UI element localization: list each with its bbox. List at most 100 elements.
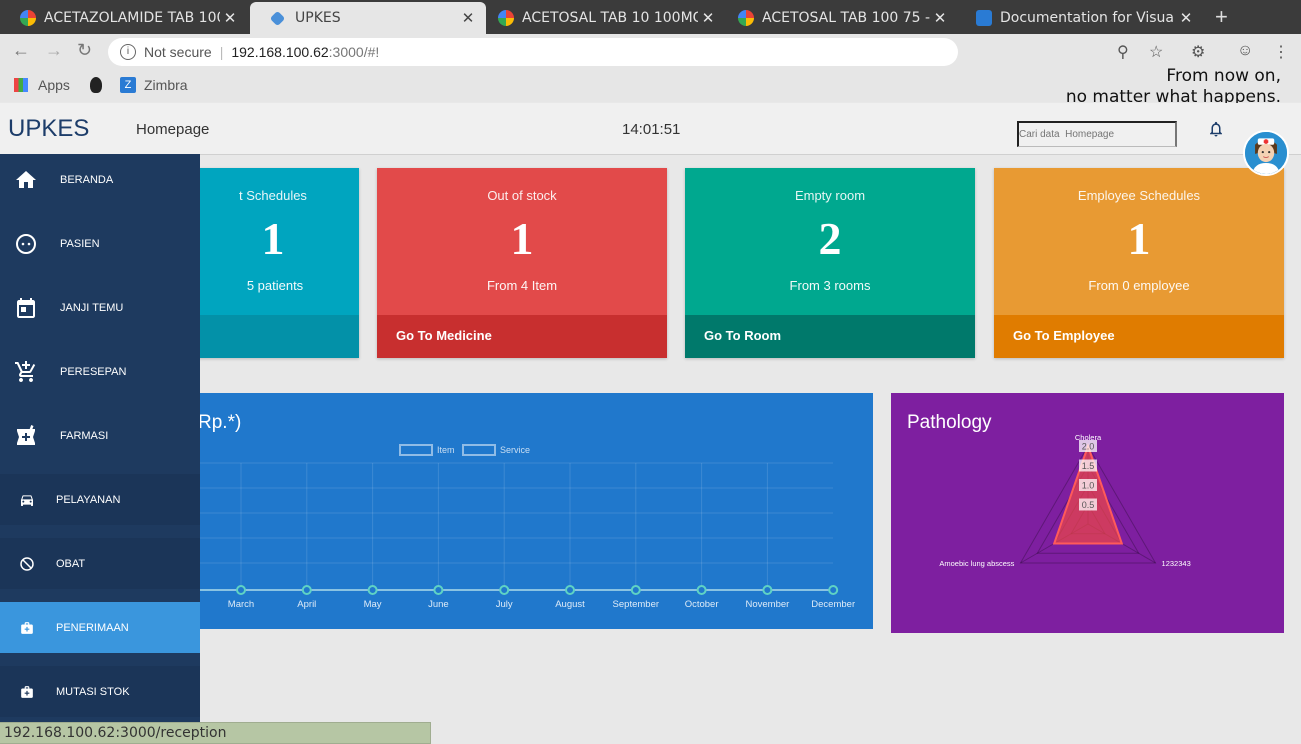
close-tab-icon[interactable]: ✕ bbox=[930, 9, 950, 27]
apps-grid-icon bbox=[14, 78, 28, 92]
legend-swatch bbox=[399, 444, 433, 456]
sidebar-item-obat[interactable]: OBAT bbox=[0, 538, 200, 589]
radar-chart: 0.5 1.0 1.5 2.0Cholera 1232343 Amoebic lung a… bbox=[939, 433, 1191, 568]
reload-icon[interactable]: ↻ bbox=[77, 40, 92, 61]
legend-label: Item bbox=[437, 445, 455, 455]
sidebar-item-farmasi[interactable]: FARMASI bbox=[0, 410, 200, 461]
x-tick-label: September bbox=[613, 599, 659, 610]
sidebar-item-beranda[interactable]: BERANDA bbox=[0, 154, 200, 205]
card-value: 2 bbox=[818, 213, 842, 264]
search-input[interactable] bbox=[1017, 121, 1177, 147]
bookmark-zimbra[interactable]: Z Zimbra bbox=[120, 77, 188, 93]
new-tab-button[interactable]: + bbox=[1215, 4, 1228, 30]
google-icon bbox=[498, 10, 514, 26]
profile-icon[interactable]: ☺ bbox=[1237, 42, 1253, 60]
stat-card-empty-room: Empty room 2 From 3 rooms Go To Room bbox=[685, 168, 975, 358]
close-tab-icon[interactable]: ✕ bbox=[458, 9, 478, 27]
nurse-avatar-icon bbox=[1245, 132, 1287, 174]
go-to-medicine-link[interactable]: Go To Medicine bbox=[377, 315, 667, 358]
sidebar-item-pelayanan[interactable]: PELAYANAN bbox=[0, 474, 200, 525]
x-tick-label: May bbox=[364, 599, 382, 610]
alien-icon bbox=[90, 77, 102, 93]
block-icon bbox=[18, 555, 36, 573]
radar-category-label: 1232343 bbox=[1162, 559, 1191, 568]
radar-category-label: Cholera bbox=[1075, 433, 1102, 442]
close-tab-icon[interactable]: ✕ bbox=[220, 9, 240, 27]
sidebar-item-label: PERESEPAN bbox=[60, 365, 127, 378]
browser-tab-active[interactable]: UPKES ✕ bbox=[250, 2, 486, 34]
browser-tab[interactable]: ACETOSAL TAB 10 100MG ✕ bbox=[478, 2, 726, 34]
card-value: 1 bbox=[510, 213, 534, 264]
go-to-room-link[interactable]: Go To Room bbox=[685, 315, 975, 358]
bell-icon[interactable] bbox=[1207, 119, 1225, 139]
sidebar-item-label: OBAT bbox=[56, 557, 86, 570]
sidebar-item-pasien[interactable]: PASIEN bbox=[0, 218, 200, 269]
legend-label: Service bbox=[500, 445, 530, 455]
back-icon[interactable]: ← bbox=[12, 40, 30, 61]
user-avatar[interactable] bbox=[1243, 130, 1289, 176]
data-point bbox=[696, 585, 707, 595]
close-tab-icon[interactable]: ✕ bbox=[1176, 9, 1196, 27]
car-icon bbox=[18, 491, 36, 509]
app-header: UPKES Homepage 14:01:51 bbox=[0, 103, 1301, 155]
card-subtitle: From 4 Item bbox=[486, 278, 558, 293]
google-icon bbox=[20, 10, 36, 26]
x-tick-label: November bbox=[745, 599, 789, 610]
browser-tab[interactable]: ACETOSAL TAB 100 75 - Pe ✕ bbox=[718, 2, 958, 34]
card-subtitle: From 0 employee bbox=[1088, 278, 1190, 293]
sidebar-item-janji-temu[interactable]: JANJI TEMU bbox=[0, 282, 200, 333]
sidebar-item-label: BERANDA bbox=[60, 173, 114, 186]
x-tick-label: June bbox=[428, 599, 449, 610]
sidebar-item-peresepan[interactable]: PERESEPAN bbox=[0, 346, 200, 397]
browser-status-url: 192.168.100.62:3000/reception bbox=[0, 722, 431, 744]
medical-bag-icon bbox=[18, 683, 36, 701]
go-to-employee-link[interactable]: Go To Employee bbox=[994, 315, 1284, 358]
page-title: Homepage bbox=[136, 121, 210, 138]
browser-tab[interactable]: ACETAZOLAMIDE TAB 100 ✕ bbox=[0, 2, 248, 34]
forward-icon[interactable]: → bbox=[45, 40, 63, 61]
card-subtitle: From 3 rooms bbox=[789, 278, 871, 293]
browser-tab-bar: ACETAZOLAMIDE TAB 100 ✕ UPKES ✕ ACETOSAL… bbox=[0, 0, 1301, 34]
pharmacy-icon bbox=[14, 424, 38, 448]
app-brand[interactable]: UPKES bbox=[8, 115, 89, 143]
cart-add-icon bbox=[14, 360, 38, 384]
x-tick-label: July bbox=[496, 599, 513, 610]
info-icon[interactable]: i bbox=[120, 44, 136, 60]
radar-tick-label: 0.5 bbox=[1082, 500, 1095, 510]
x-tick-label: August bbox=[555, 599, 585, 610]
extension-icon[interactable]: ⚙ bbox=[1191, 42, 1205, 62]
browser-tab[interactable]: Documentation for Visua ✕ bbox=[956, 2, 1204, 34]
data-point bbox=[301, 585, 312, 595]
card-value: 1 bbox=[1127, 213, 1151, 264]
menu-icon[interactable]: ⋮ bbox=[1273, 42, 1289, 62]
stat-card-out-of-stock: Out of stock 1 From 4 Item Go To Medicin… bbox=[377, 168, 667, 358]
zoom-icon[interactable]: ⚲ bbox=[1117, 42, 1129, 62]
card-title: Out of stock bbox=[487, 188, 557, 203]
bookmark-alien[interactable] bbox=[90, 77, 102, 93]
data-point bbox=[236, 585, 246, 595]
sidebar-item-mutasi-stok[interactable]: MUTASI STOK bbox=[0, 666, 200, 717]
x-tick-label: March bbox=[228, 599, 254, 610]
sidebar-item-label: JANJI TEMU bbox=[60, 301, 124, 314]
address-bar[interactable]: i Not secure | 192.168.100.62 :3000/#! bbox=[108, 38, 958, 66]
google-icon bbox=[738, 10, 754, 26]
bookmark-star-icon[interactable]: ☆ bbox=[1149, 42, 1163, 62]
address-path: :3000/#! bbox=[328, 44, 380, 60]
line-chart: Item Service March April May June July August Se… bbox=[150, 444, 855, 610]
sidebar-item-label: FARMASI bbox=[60, 429, 109, 442]
revenue-chart-panel: Rp.*) Item Service March April May June July Au… bbox=[150, 393, 873, 629]
data-point bbox=[499, 585, 510, 595]
clock: 14:01:51 bbox=[622, 121, 681, 138]
vscode-icon bbox=[976, 10, 992, 26]
data-point bbox=[565, 585, 575, 595]
x-tick-label: December bbox=[811, 599, 855, 610]
legend-swatch bbox=[462, 444, 496, 456]
bookmark-apps[interactable]: Apps bbox=[14, 77, 70, 93]
sidebar-item-penerimaan[interactable]: PENERIMAAN bbox=[0, 602, 200, 653]
desktop-overlay-line: From now on, bbox=[1166, 66, 1281, 86]
close-tab-icon[interactable]: ✕ bbox=[698, 9, 718, 27]
data-point bbox=[630, 585, 641, 595]
address-separator: | bbox=[219, 44, 224, 60]
zimbra-icon: Z bbox=[120, 77, 136, 93]
x-tick-label: October bbox=[685, 599, 719, 610]
